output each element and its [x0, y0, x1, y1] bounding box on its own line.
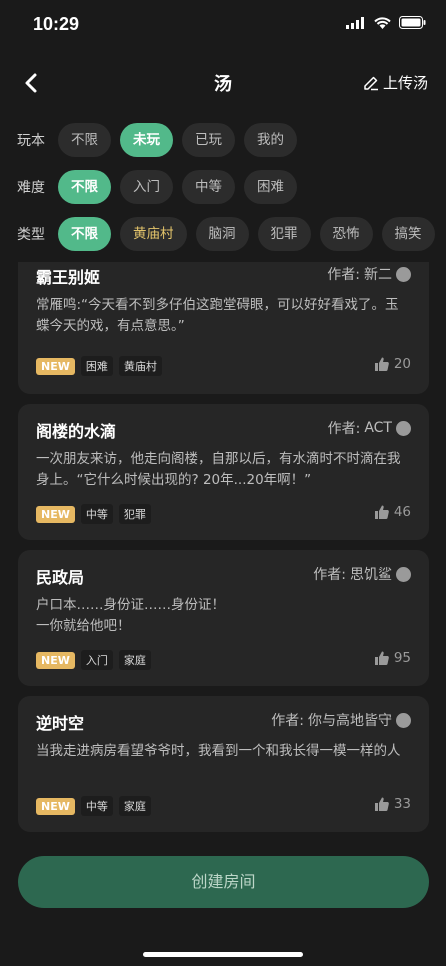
avatar	[396, 566, 411, 582]
thumbs-up-icon	[374, 357, 389, 371]
chip-difficulty-medium[interactable]: 中等	[182, 170, 235, 204]
filter-play-label: 玩本	[17, 133, 45, 149]
new-badge: NEW	[36, 797, 75, 815]
story-title: 民政局	[36, 568, 85, 587]
like-number: 33	[393, 796, 411, 812]
like-number: 46	[393, 504, 411, 520]
avatar	[396, 712, 411, 728]
filter-play: 玩本 不限 未玩 已玩 我的	[0, 122, 446, 158]
like-count[interactable]: 46	[374, 504, 411, 520]
signal-icon	[346, 16, 364, 29]
like-count[interactable]: 20	[374, 356, 411, 372]
create-room-button[interactable]: 创建房间	[18, 856, 429, 908]
author-name: ACT	[364, 420, 392, 436]
like-number: 95	[393, 650, 411, 666]
avatar	[396, 266, 411, 282]
story-author: 作者: ACT	[328, 418, 411, 438]
like-count[interactable]: 95	[374, 650, 411, 666]
chip-play-unplayed[interactable]: 未玩	[120, 123, 173, 157]
story-list[interactable]: 霸王别姬 作者: 新二 常雁鸣:“今天看不到多仔伯这跑堂碍眼，可以好好看戏了。玉…	[0, 262, 446, 840]
author-name: 新二	[364, 267, 392, 283]
thumbs-up-icon	[374, 505, 389, 519]
new-badge: NEW	[36, 651, 75, 669]
story-tags: NEW 入门 家庭	[36, 650, 151, 670]
tag: 中等	[80, 504, 113, 524]
like-count[interactable]: 33	[374, 796, 411, 812]
story-tags: NEW 中等 犯罪	[36, 504, 151, 524]
tag: 入门	[80, 650, 113, 670]
status-time: 10:29	[33, 14, 80, 34]
story-title: 阁楼的水滴	[36, 422, 117, 441]
story-desc: 当我走进病房看望爷爷时，我看到一个和我长得一模一样的人	[36, 743, 401, 759]
chip-type-brainstorm[interactable]: 脑洞	[195, 217, 249, 251]
story-card[interactable]: 逆时空 作者: 你与高地皆守 当我走进病房看望爷爷时，我看到一个和我长得一模一样…	[18, 696, 429, 832]
filter-difficulty-label: 难度	[17, 180, 45, 196]
chip-type-any[interactable]: 不限	[58, 217, 111, 251]
status-bar: 10:29	[0, 0, 446, 54]
story-desc: 一次朋友来访，他走向阁楼，自那以后，有水滴时不时滴在我身上。“它什么时候出现的?…	[36, 451, 401, 488]
story-card[interactable]: 霸王别姬 作者: 新二 常雁鸣:“今天看不到多仔伯这跑堂碍眼，可以好好看戏了。玉…	[18, 262, 429, 394]
chip-type-horror[interactable]: 恐怖	[319, 217, 373, 251]
tag: 家庭	[118, 796, 151, 816]
story-author: 作者: 新二	[327, 264, 411, 284]
story-title: 霸王别姬	[36, 268, 101, 287]
tag: 家庭	[118, 650, 151, 670]
chip-difficulty-beginner[interactable]: 入门	[120, 170, 173, 204]
upload-button[interactable]: 上传汤	[363, 72, 428, 93]
thumbs-up-icon	[374, 797, 389, 811]
story-author: 作者: 思饥鲨	[313, 564, 411, 584]
chip-difficulty-hard[interactable]: 困难	[244, 170, 297, 204]
wifi-icon	[374, 16, 391, 29]
tag: 犯罪	[118, 504, 151, 524]
pencil-icon	[364, 76, 378, 90]
author-name: 你与高地皆守	[308, 713, 392, 729]
story-tags: NEW 中等 家庭	[36, 796, 151, 816]
story-card[interactable]: 民政局 作者: 思饥鲨 户口本……身份证……身份证！ 一你就给他吧！ NEW 入…	[18, 550, 429, 686]
chip-play-any[interactable]: 不限	[58, 123, 111, 157]
author-name: 思饥鲨	[350, 567, 392, 583]
filter-type: 类型 不限 黄庙村 脑洞 犯罪 恐怖 搞笑	[0, 216, 446, 252]
home-indicator	[143, 952, 303, 957]
status-icons	[346, 16, 426, 29]
filter-difficulty: 难度 不限 入门 中等 困难	[0, 169, 446, 205]
story-tags: NEW 困难 黄庙村	[36, 356, 162, 376]
battery-icon	[399, 16, 426, 29]
chip-difficulty-any[interactable]: 不限	[58, 170, 111, 204]
chip-play-played[interactable]: 已玩	[182, 123, 235, 157]
author-label: 作者:	[313, 567, 346, 583]
author-label: 作者:	[271, 713, 304, 729]
tag: 黄庙村	[118, 356, 162, 376]
like-number: 20	[393, 356, 411, 372]
filter-type-label: 类型	[17, 227, 45, 243]
new-badge: NEW	[36, 505, 75, 523]
avatar	[396, 420, 411, 436]
new-badge: NEW	[36, 357, 75, 375]
chip-type-funny[interactable]: 搞笑	[381, 217, 435, 251]
chip-type-huangmiaocun[interactable]: 黄庙村	[120, 217, 187, 251]
upload-label: 上传汤	[382, 74, 428, 92]
story-card[interactable]: 阁楼的水滴 作者: ACT 一次朋友来访，他走向阁楼，自那以后，有水滴时不时滴在…	[18, 404, 429, 540]
author-label: 作者:	[327, 421, 361, 437]
story-author: 作者: 你与高地皆守	[271, 710, 411, 730]
story-desc: 常雁鸣:“今天看不到多仔伯这跑堂碍眼，可以好好看戏了。玉蝶今天的戏，有点意思。”	[36, 297, 399, 334]
chip-play-mine[interactable]: 我的	[244, 123, 297, 157]
author-label: 作者:	[327, 267, 360, 283]
tag: 困难	[80, 356, 113, 376]
story-title: 逆时空	[36, 714, 85, 733]
chip-type-crime[interactable]: 犯罪	[257, 217, 311, 251]
tag: 中等	[80, 796, 113, 816]
thumbs-up-icon	[374, 651, 389, 665]
nav-bar: 汤 上传汤	[0, 60, 446, 106]
story-desc: 户口本……身份证……身份证！ 一你就给他吧！	[36, 597, 225, 634]
